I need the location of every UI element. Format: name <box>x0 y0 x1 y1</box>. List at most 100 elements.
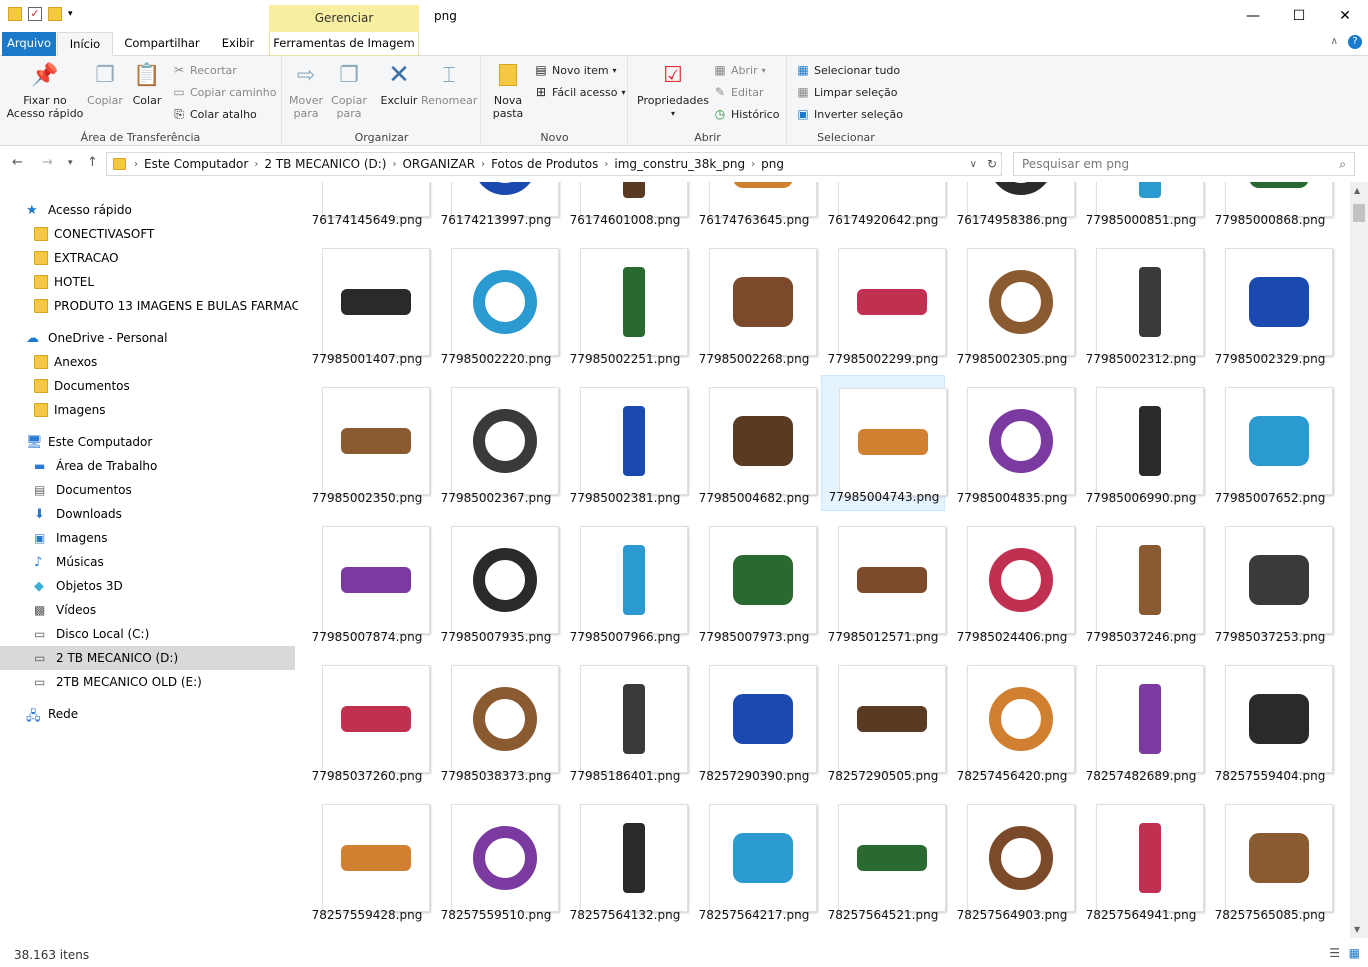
file-tile[interactable]: 77985002220.png <box>434 236 559 372</box>
nav-item[interactable]: ▬ Área de Trabalho <box>0 454 295 478</box>
nav-item[interactable]: Anexos <box>0 350 295 374</box>
file-tile[interactable]: 78257290390.png <box>692 653 817 789</box>
vertical-scrollbar[interactable]: ▲ ▼ <box>1350 182 1368 938</box>
history-button[interactable]: ◷ Histórico <box>713 107 780 121</box>
scroll-thumb[interactable] <box>1353 204 1365 222</box>
nav-item[interactable]: ★ Acesso rápido <box>0 198 295 222</box>
tab-image-tools[interactable]: Ferramentas de Imagem <box>269 32 419 56</box>
nav-item[interactable]: 🖧 Rede <box>0 702 295 726</box>
nav-item[interactable]: 🖥 Este Computador <box>0 430 295 454</box>
up-icon[interactable]: ↑ <box>87 155 98 170</box>
paste-button[interactable]: 📋 Colar <box>128 60 166 107</box>
file-tile[interactable]: 78257564903.png <box>950 792 1075 928</box>
collapse-ribbon-icon[interactable]: ∧ <box>1331 36 1338 47</box>
file-tile[interactable]: 77985006990.png <box>1079 375 1204 511</box>
scroll-up-icon[interactable]: ▲ <box>1354 186 1360 195</box>
move-to-button[interactable]: ⇨ Mover para <box>285 60 327 120</box>
nav-item[interactable]: ♪ Músicas <box>0 550 295 574</box>
close-icon[interactable]: ✕ <box>1322 0 1368 32</box>
copy-path-button[interactable]: ▭ Copiar caminho <box>172 85 276 99</box>
folder-icon[interactable] <box>8 7 22 21</box>
open-button[interactable]: ▦ Abrir ▾ <box>713 63 765 77</box>
file-tile[interactable]: 77985004682.png <box>692 375 817 511</box>
pin-quick-access-button[interactable]: 📌 Fixar no Acesso rápido <box>6 60 84 120</box>
file-tile[interactable]: 77985186401.png <box>563 653 688 789</box>
file-tile[interactable]: 77985007966.png <box>563 514 688 650</box>
new-item-button[interactable]: ▤ Novo item ▾ <box>534 63 616 77</box>
nav-item[interactable]: ▩ Vídeos <box>0 598 295 622</box>
file-tile[interactable]: 77985037246.png <box>1079 514 1204 650</box>
file-tile[interactable]: 77985012571.png <box>821 514 946 650</box>
nav-item[interactable]: Documentos <box>0 374 295 398</box>
back-icon[interactable]: ← <box>12 155 23 170</box>
file-tile[interactable]: 78257559510.png <box>434 792 559 928</box>
nav-item[interactable]: EXTRACAO <box>0 246 295 270</box>
file-tile[interactable]: 76174601008.png <box>563 182 688 233</box>
edit-button[interactable]: ✎ Editar <box>713 85 764 99</box>
tab-view[interactable]: Exibir <box>212 32 264 56</box>
file-tile[interactable]: 77985000868.png <box>1208 182 1333 233</box>
file-tile[interactable]: 77985002350.png <box>305 375 430 511</box>
customize-dropdown-icon[interactable]: ▾ <box>68 9 73 19</box>
file-tile[interactable]: 77985007973.png <box>692 514 817 650</box>
select-all-button[interactable]: ▦ Selecionar tudo <box>796 63 900 77</box>
file-tile[interactable]: 77985002312.png <box>1079 236 1204 372</box>
easy-access-button[interactable]: ⊞ Fácil acesso ▾ <box>534 85 626 99</box>
file-tile[interactable]: 78257564217.png <box>692 792 817 928</box>
file-tile[interactable]: 78257564521.png <box>821 792 946 928</box>
file-tile[interactable]: 76174958386.png <box>950 182 1075 233</box>
nav-item[interactable]: HOTEL <box>0 270 295 294</box>
file-tile[interactable]: 76174213997.png <box>434 182 559 233</box>
nav-item[interactable]: ☁ OneDrive - Personal <box>0 326 295 350</box>
file-tile[interactable]: 78257482689.png <box>1079 653 1204 789</box>
breadcrumb-img-folder[interactable]: img_constru_38k_png <box>608 157 751 171</box>
new-folder-button[interactable]: Nova pasta <box>486 60 530 120</box>
breadcrumb-organizar[interactable]: ORGANIZAR <box>396 157 481 171</box>
file-tile[interactable]: 78257559404.png <box>1208 653 1333 789</box>
file-tile[interactable]: 78257290505.png <box>821 653 946 789</box>
file-tile[interactable]: 77985002268.png <box>692 236 817 372</box>
minimize-icon[interactable]: — <box>1230 0 1276 32</box>
file-tile[interactable]: 77985002299.png <box>821 236 946 372</box>
file-tile[interactable]: 77985007874.png <box>305 514 430 650</box>
file-tile[interactable]: 77985001407.png <box>305 236 430 372</box>
file-tile[interactable]: 76174920642.png <box>821 182 946 233</box>
file-tile[interactable]: 77985002251.png <box>563 236 688 372</box>
file-tile[interactable]: 76174763645.png <box>692 182 817 233</box>
file-tile[interactable]: 77985007652.png <box>1208 375 1333 511</box>
file-tile[interactable]: 77985024406.png <box>950 514 1075 650</box>
breadcrumb-drive-d[interactable]: 2 TB MECANICO (D:) <box>258 157 392 171</box>
address-dropdown-icon[interactable]: ∨ <box>970 159 977 170</box>
forward-icon[interactable]: → <box>42 155 53 170</box>
nav-item[interactable]: ▭ 2 TB MECANICO (D:) <box>0 646 295 670</box>
properties-check-icon[interactable]: ✓ <box>28 7 42 21</box>
file-tile[interactable]: 77985002367.png <box>434 375 559 511</box>
cut-button[interactable]: ✂ Recortar <box>172 63 237 77</box>
refresh-icon[interactable]: ↻ <box>987 157 997 171</box>
file-tile[interactable]: 77985038373.png <box>434 653 559 789</box>
nav-item[interactable]: ▣ Imagens <box>0 526 295 550</box>
file-tile[interactable]: 77985000851.png <box>1079 182 1204 233</box>
file-tile[interactable]: 77985004743.png <box>821 375 947 511</box>
help-icon[interactable]: ? <box>1348 35 1362 49</box>
search-input[interactable]: Pesquisar em png ⌕ <box>1013 152 1355 176</box>
nav-item[interactable]: CONECTIVASOFT <box>0 222 295 246</box>
nav-item[interactable]: ◆ Objetos 3D <box>0 574 295 598</box>
tab-share[interactable]: Compartilhar <box>118 32 206 56</box>
file-tile[interactable]: 77985002329.png <box>1208 236 1333 372</box>
properties-button[interactable]: ☑ Propriedades ▾ <box>635 60 711 120</box>
file-tile[interactable]: 77985002305.png <box>950 236 1075 372</box>
breadcrumb-fotos[interactable]: Fotos de Produtos <box>485 157 604 171</box>
file-tile[interactable]: 78257559428.png <box>305 792 430 928</box>
rename-button[interactable]: ⌶ Renomear <box>421 60 477 107</box>
nav-item[interactable]: ▭ 2TB MECANICO OLD (E:) <box>0 670 295 694</box>
paste-shortcut-button[interactable]: ⎘ Colar atalho <box>172 107 257 121</box>
file-tile[interactable]: 76174145649.png <box>305 182 430 233</box>
file-tile[interactable]: 77985037253.png <box>1208 514 1333 650</box>
file-tile[interactable]: 78257564132.png <box>563 792 688 928</box>
breadcrumb-this-pc[interactable]: Este Computador <box>138 157 254 171</box>
maximize-icon[interactable]: ☐ <box>1276 0 1322 32</box>
copy-to-button[interactable]: ❐ Copiar para <box>327 60 371 120</box>
select-none-button[interactable]: ▦ Limpar seleção <box>796 85 897 99</box>
breadcrumb-png[interactable]: png <box>755 157 790 171</box>
